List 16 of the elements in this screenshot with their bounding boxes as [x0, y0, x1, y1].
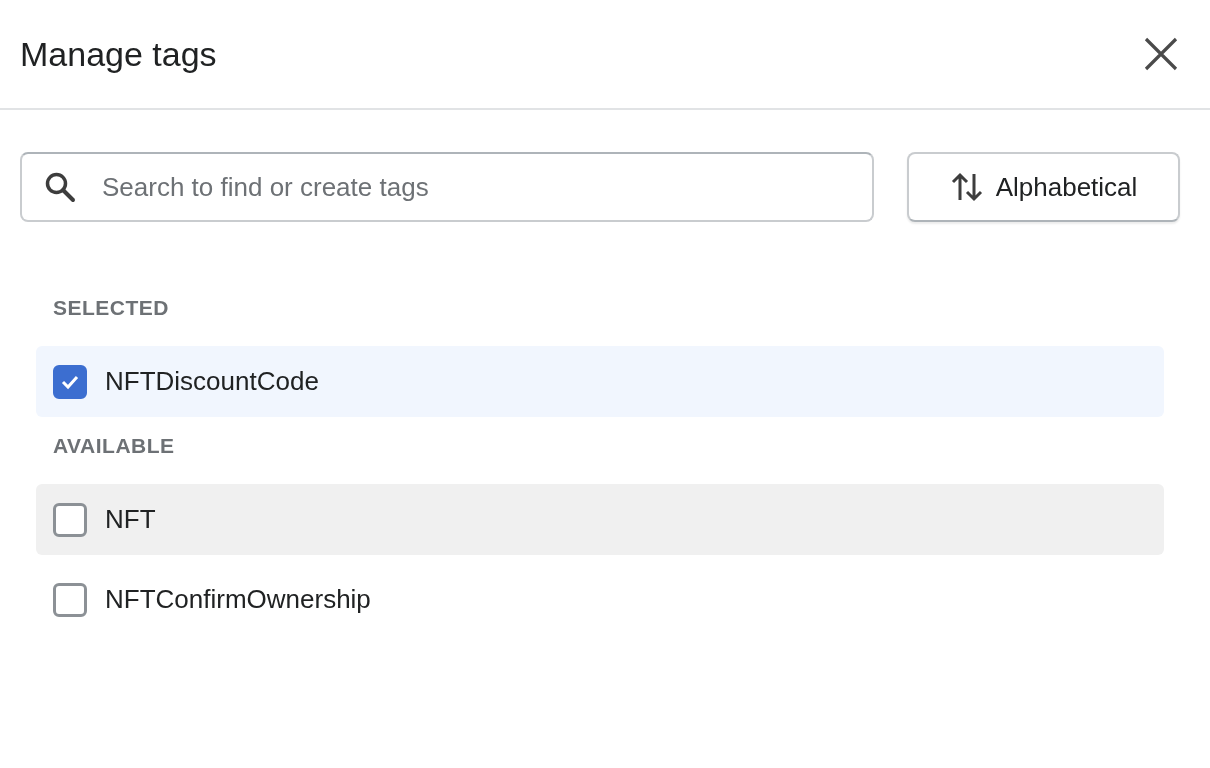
search-field[interactable]: Search to find or create tags — [20, 152, 874, 222]
checkbox[interactable] — [53, 364, 87, 399]
tag-label: NFT — [105, 504, 156, 535]
tag-label: NFTConfirmOwnership — [105, 584, 371, 615]
checkbox[interactable] — [53, 502, 87, 537]
close-icon — [1144, 37, 1178, 71]
tag-row[interactable]: NFTDiscountCode — [36, 346, 1164, 417]
section-heading: SELECTED — [52, 295, 170, 321]
tag-label: NFTDiscountCode — [105, 366, 319, 397]
sort-button[interactable]: Alphabetical — [907, 152, 1180, 222]
section-heading: AVAILABLE — [52, 433, 176, 459]
checkbox[interactable] — [53, 582, 87, 617]
close-button[interactable] — [1144, 37, 1178, 71]
sort-arrows-icon — [949, 170, 984, 204]
tag-row[interactable]: NFT — [36, 484, 1164, 555]
dialog-title: Manage tags — [20, 34, 217, 74]
